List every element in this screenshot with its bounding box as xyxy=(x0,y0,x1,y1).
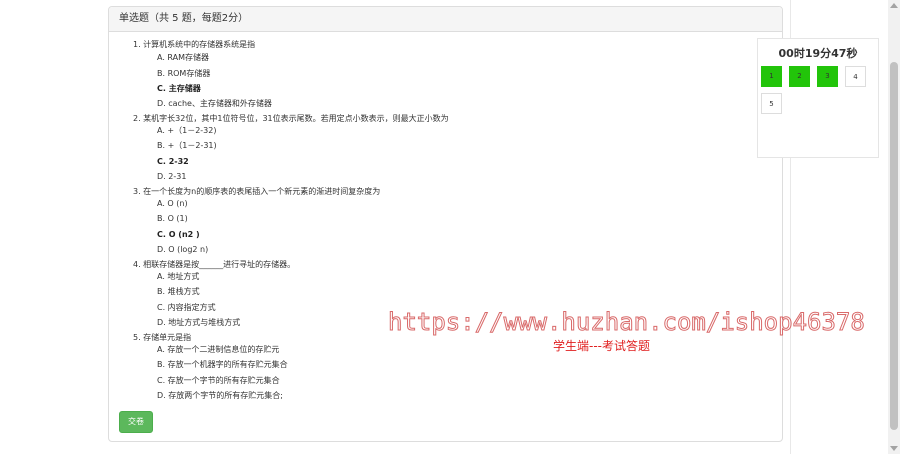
caption-label: 学生端---考试答题 xyxy=(553,339,650,353)
question-title: 5. 存储单元是指 xyxy=(133,333,192,342)
question-nav-2[interactable]: 2 xyxy=(789,66,810,87)
option-b[interactable]: B. O (1) xyxy=(157,214,188,224)
submit-exam-button[interactable]: 交卷 xyxy=(119,411,153,433)
option-a[interactable]: A. +（1－2-32) xyxy=(157,126,217,136)
page-left-margin xyxy=(0,0,96,454)
option-b[interactable]: B. +（1－2-31) xyxy=(157,141,217,151)
question-title: 1. 计算机系统中的存储器系统是指 xyxy=(133,40,256,49)
question-nav-4[interactable]: 4 xyxy=(845,66,866,87)
timer-panel: 00时19分47秒 1 2 3 4 5 xyxy=(757,38,879,158)
option-d[interactable]: D. 存放两个字节的所有存贮元集合; xyxy=(157,391,283,401)
question-nav-1[interactable]: 1 xyxy=(761,66,782,87)
question-nav-3[interactable]: 3 xyxy=(817,66,838,87)
option-c-selected[interactable]: C. O (n2 ) xyxy=(157,230,200,240)
option-c-selected[interactable]: C. 2-32 xyxy=(157,157,189,167)
question-title: 3. 在一个长度为n的顺序表的表尾插入一个新元素的渐进时间复杂度为 xyxy=(133,187,381,196)
question-title: 4. 相联存储器是按______进行寻址的存储器。 xyxy=(133,260,296,269)
option-d[interactable]: D. 地址方式与堆栈方式 xyxy=(157,318,240,328)
watermark-url: https://www.huzhan.com/ishop46378 xyxy=(388,308,866,337)
option-b[interactable]: B. ROM存储器 xyxy=(157,69,210,79)
question-nav-5[interactable]: 5 xyxy=(761,93,782,114)
option-d[interactable]: D. O (log2 n) xyxy=(157,245,208,255)
option-a[interactable]: A. RAM存储器 xyxy=(157,53,209,63)
question-title: 2. 某机字长32位，其中1位符号位，31位表示尾数。若用定点小数表示，则最大正… xyxy=(133,114,449,123)
panel-heading: 单选题（共 5 题，每题2分） xyxy=(109,7,782,32)
option-c[interactable]: C. 内容指定方式 xyxy=(157,303,216,313)
scrollbar-thumb[interactable] xyxy=(890,62,898,430)
option-d[interactable]: D. 2-31 xyxy=(157,172,186,182)
option-a[interactable]: A. O (n) xyxy=(157,199,188,209)
option-b[interactable]: B. 存放一个机器字的所有存贮元集合 xyxy=(157,360,288,370)
option-a[interactable]: A. 地址方式 xyxy=(157,272,199,282)
exam-panel: 单选题（共 5 题，每题2分） 1. 计算机系统中的存储器系统是指 A. RAM… xyxy=(108,6,783,442)
vertical-scrollbar[interactable] xyxy=(888,0,900,454)
scroll-up-arrow-icon[interactable] xyxy=(890,3,898,8)
option-c-selected[interactable]: C. 主存储器 xyxy=(157,84,201,94)
option-b[interactable]: B. 堆栈方式 xyxy=(157,287,200,297)
countdown-timer: 00时19分47秒 xyxy=(778,47,858,60)
option-a[interactable]: A. 存放一个二进制信息位的存贮元 xyxy=(157,345,279,355)
scroll-down-arrow-icon[interactable] xyxy=(890,446,898,451)
option-c[interactable]: C. 存放一个字节的所有存贮元集合 xyxy=(157,376,280,386)
option-d[interactable]: D. cache、主存储器和外存储器 xyxy=(157,99,272,109)
